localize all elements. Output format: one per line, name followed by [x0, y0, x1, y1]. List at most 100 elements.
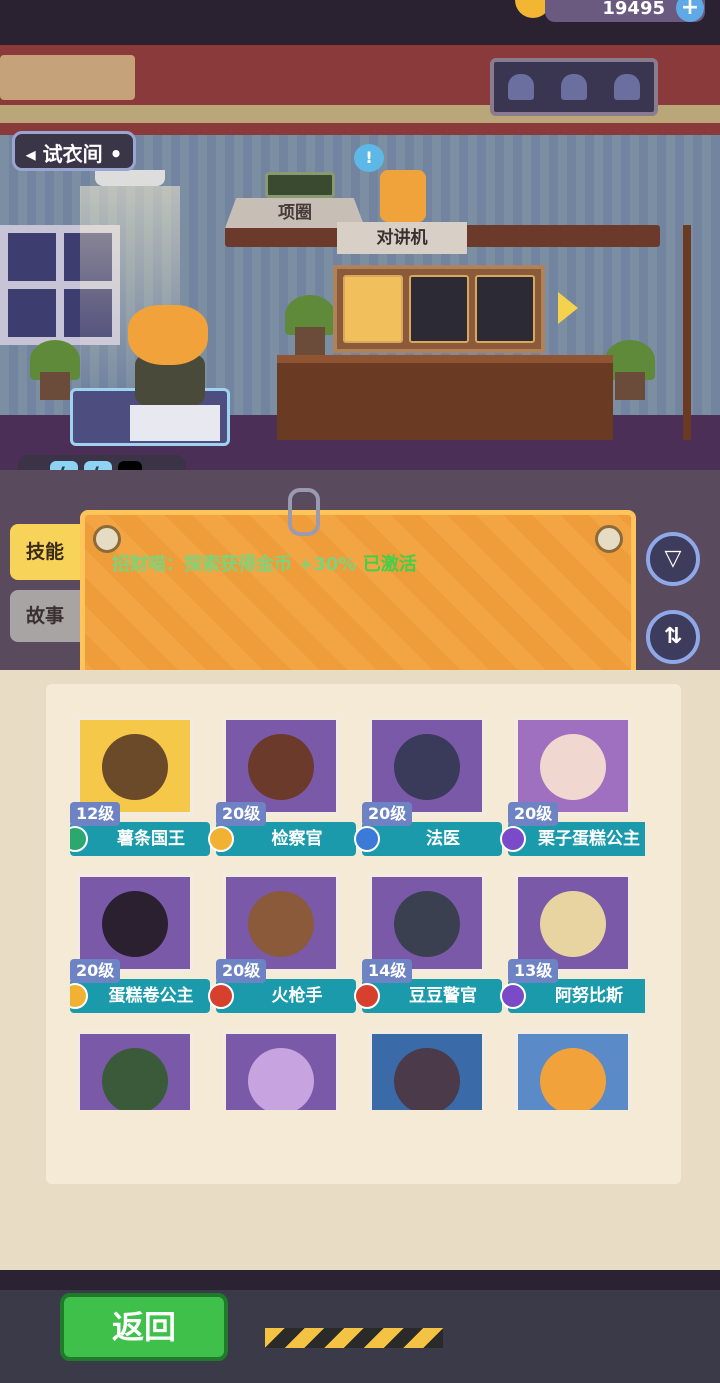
- character-portrait: [514, 1030, 632, 1110]
- character-level: 13级: [508, 959, 559, 983]
- ghost-panel: [490, 58, 658, 116]
- character-name: 火枪手: [208, 979, 356, 1013]
- character-name: 阿努比斯: [500, 979, 645, 1013]
- character-card[interactable]: [362, 1026, 490, 1110]
- potted-plant: [285, 295, 335, 355]
- outfit-slot[interactable]: [409, 275, 469, 343]
- rarity-badge-icon: [70, 826, 88, 852]
- collar-item[interactable]: [265, 172, 335, 198]
- character-level: 20级: [216, 959, 267, 983]
- character-name-text: 阿努比斯: [555, 986, 623, 1006]
- skill-text: 招财喵：探索获得金币 +30%: [112, 554, 363, 575]
- character-name: 检察官: [208, 822, 356, 856]
- character-card[interactable]: [216, 1026, 344, 1110]
- character-card[interactable]: [508, 1026, 636, 1110]
- character-card[interactable]: 法医 20级: [354, 712, 502, 862]
- character-portrait: [514, 716, 632, 816]
- room-scene: 项圈 ! 对讲机 19495 + ◂ 试衣间 • ϟ ϟ: [0, 0, 720, 470]
- skill-description: 招财喵：探索获得金币 +30% 已激活: [112, 550, 417, 576]
- character-card[interactable]: 豆豆警官 14级: [354, 869, 502, 1019]
- character-portrait: [368, 716, 486, 816]
- pin-icon: [93, 525, 121, 553]
- character-name: 豆豆警官: [354, 979, 502, 1013]
- cat-character[interactable]: [128, 305, 208, 365]
- character-portrait: [514, 873, 632, 973]
- walkie-talkie-label[interactable]: 对讲机: [337, 222, 467, 254]
- character-name-text: 薯条国王: [117, 829, 185, 849]
- character-portrait: [368, 1030, 486, 1110]
- character-portrait: [76, 1030, 194, 1110]
- character-card[interactable]: 栗子蛋糕公主 20级: [500, 712, 645, 862]
- character-card[interactable]: 蛋糕卷公主 20级: [70, 869, 210, 1019]
- character-name: 法医: [354, 822, 502, 856]
- character-name-text: 豆豆警官: [409, 986, 477, 1006]
- rarity-badge-icon: [70, 983, 88, 1009]
- tab-story[interactable]: 故事: [10, 590, 80, 642]
- rarity-badge-icon: [208, 983, 234, 1009]
- paper-clip-icon: [288, 488, 320, 536]
- character-avatar: [248, 1048, 314, 1110]
- character-avatar: [394, 1048, 460, 1110]
- pin-icon: [595, 525, 623, 553]
- fitting-room-button[interactable]: ◂ 试衣间 •: [12, 131, 136, 171]
- character-card[interactable]: [70, 1026, 198, 1110]
- character-portrait: [222, 716, 340, 816]
- ghost-icon: [560, 74, 587, 100]
- character-card[interactable]: 薯条国王 12级: [70, 712, 210, 862]
- character-avatar: [248, 734, 314, 800]
- character-avatar: [102, 1048, 168, 1110]
- character-avatar: [394, 891, 460, 957]
- energy-icon: ϟ: [84, 461, 112, 470]
- character-portrait: [76, 716, 194, 816]
- character-level: 20级: [70, 959, 121, 983]
- character-avatar: [540, 734, 606, 800]
- character-name: 栗子蛋糕公主: [500, 822, 645, 856]
- ghost-icon: [614, 74, 641, 100]
- character-name: 薯条国王: [70, 822, 210, 856]
- energy-bar: ϟ ϟ: [18, 455, 186, 470]
- character-level: 20级: [508, 802, 559, 826]
- character-name: 蛋糕卷公主: [70, 979, 210, 1013]
- tab-skill[interactable]: 技能: [10, 524, 80, 580]
- outfit-cabinet: [333, 265, 545, 353]
- character-avatar: [248, 891, 314, 957]
- rarity-badge-icon: [500, 826, 526, 852]
- outfit-slot[interactable]: [475, 275, 535, 343]
- outfit-slot[interactable]: [343, 275, 403, 343]
- skill-status: 已激活: [362, 554, 417, 575]
- character-card[interactable]: 检察官 20级: [208, 712, 356, 862]
- machine-paper: [130, 405, 220, 441]
- alert-icon: !: [354, 144, 384, 172]
- character-avatar: [540, 1048, 606, 1110]
- character-name-text: 蛋糕卷公主: [108, 986, 194, 1006]
- character-card[interactable]: 火枪手 20级: [208, 869, 356, 1019]
- rarity-badge-icon: [208, 826, 234, 852]
- back-button[interactable]: 返回: [60, 1293, 228, 1361]
- character-avatar: [394, 734, 460, 800]
- character-portrait: [368, 873, 486, 973]
- character-level: 20级: [362, 802, 413, 826]
- character-portrait: [222, 1030, 340, 1110]
- character-level: 14级: [362, 959, 413, 983]
- vent-panel: [0, 55, 135, 100]
- character-name-text: 法医: [426, 829, 460, 849]
- walkie-talkie-item[interactable]: [380, 170, 426, 222]
- character-name-text: 火枪手: [271, 986, 323, 1006]
- filter-button[interactable]: ▽: [646, 532, 700, 586]
- next-arrow-icon[interactable]: [558, 292, 578, 324]
- character-card[interactable]: 阿努比斯 13级: [500, 869, 645, 1019]
- desk: [277, 355, 613, 440]
- character-name-text: 检察官: [271, 829, 323, 849]
- character-level: 20级: [216, 802, 267, 826]
- coat-rack: [683, 225, 691, 440]
- skill-board: [80, 510, 636, 695]
- character-avatar: [102, 891, 168, 957]
- character-avatar: [540, 891, 606, 957]
- character-portrait: [76, 873, 194, 973]
- rarity-badge-icon: [500, 983, 526, 1009]
- rarity-badge-icon: [354, 826, 380, 852]
- hazard-stripe: [265, 1328, 443, 1348]
- energy-icon: ϟ: [50, 461, 78, 470]
- sort-button[interactable]: ⇅: [646, 610, 700, 664]
- character-avatar: [102, 734, 168, 800]
